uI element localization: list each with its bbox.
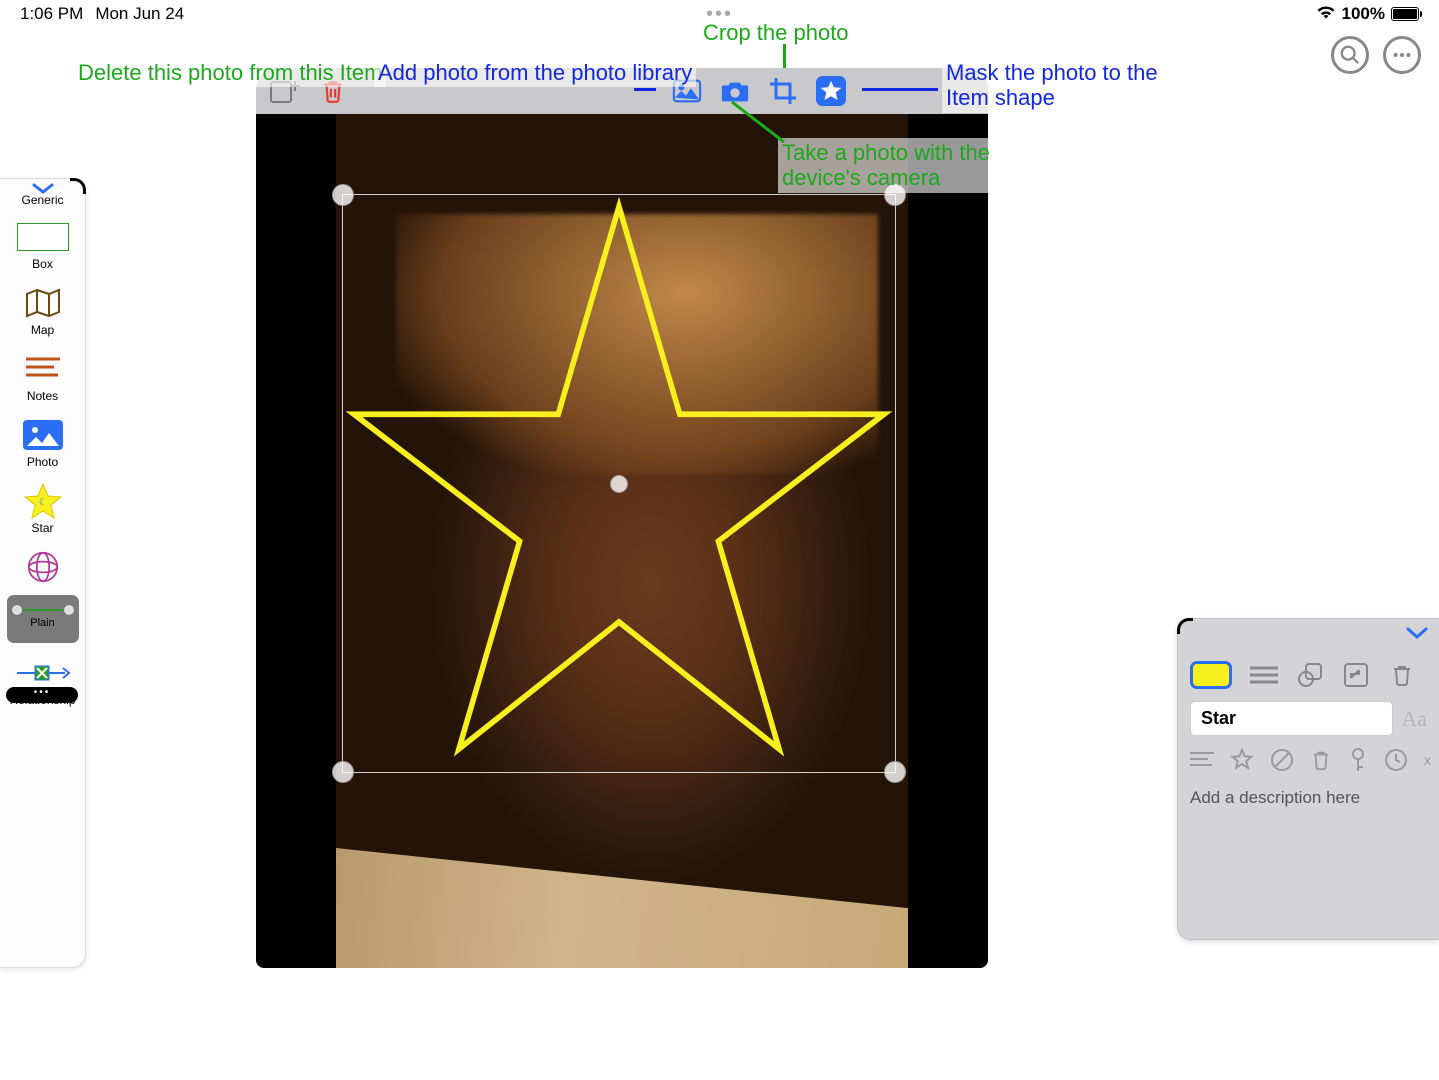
- fill-color-swatch[interactable]: [1190, 661, 1232, 689]
- palette-item-label: Notes: [27, 389, 58, 403]
- palette-item-label: Box: [32, 257, 53, 271]
- align-button[interactable]: [1190, 746, 1214, 774]
- search-button[interactable]: [1331, 36, 1369, 74]
- relationship-icon: [15, 657, 71, 689]
- crop-handle-bottom-left[interactable]: [332, 761, 354, 783]
- annotation-library: Add photo from the photo library: [374, 58, 696, 87]
- inspector-panel: Star Aa x Add a description here: [1177, 618, 1439, 940]
- photo-icon: [15, 419, 71, 451]
- mask-shape-button[interactable]: [816, 76, 846, 106]
- palette-item-box[interactable]: Box: [7, 221, 79, 271]
- history-button[interactable]: [1384, 746, 1408, 774]
- crop-handle-bottom-right[interactable]: [884, 761, 906, 783]
- palette-item-globe[interactable]: [7, 551, 79, 583]
- clear-button[interactable]: x: [1424, 752, 1431, 768]
- status-date: Mon Jun 24: [95, 4, 184, 24]
- palette-connector-plain[interactable]: Plain: [7, 595, 79, 643]
- palette-item-label: Map: [31, 323, 54, 337]
- key-button[interactable]: [1348, 746, 1368, 774]
- star-icon: ☾: [15, 485, 71, 517]
- palette-category-picker[interactable]: Generic: [21, 181, 63, 207]
- palette-item-label: Star: [31, 521, 53, 535]
- crop-handle-center[interactable]: [610, 475, 628, 493]
- more-button[interactable]: [1383, 36, 1421, 74]
- wifi-icon: [1316, 4, 1336, 24]
- annotation-crop: Crop the photo: [699, 18, 853, 47]
- inspector-collapse-button[interactable]: [1405, 625, 1429, 646]
- globe-icon: [15, 551, 71, 583]
- palette-item-label: Photo: [27, 455, 58, 469]
- palette-item-notes[interactable]: Notes: [7, 353, 79, 403]
- crop-handle-top-left[interactable]: [332, 184, 354, 206]
- annotation-mask: Mask the photo to the Item shape: [942, 58, 1208, 113]
- trash-button[interactable]: [1310, 746, 1332, 774]
- text-style-button[interactable]: Aa: [1401, 706, 1427, 732]
- annotation-camera: Take a photo with the device's camera: [778, 138, 1018, 193]
- palette-item-photo[interactable]: Photo: [7, 419, 79, 469]
- delete-item-button[interactable]: [1388, 661, 1416, 689]
- status-time: 1:06 PM: [20, 4, 83, 24]
- crop-selection[interactable]: [342, 194, 896, 773]
- palette-category-label: Generic: [21, 193, 63, 207]
- item-name-field[interactable]: Star: [1190, 701, 1393, 736]
- item-palette: Generic Box Map Notes Photo ☾ Star •••: [0, 178, 86, 968]
- disable-button[interactable]: [1270, 746, 1294, 774]
- arrange-button[interactable]: [1342, 661, 1370, 689]
- favorite-button[interactable]: [1230, 746, 1254, 774]
- map-icon: [15, 287, 71, 319]
- battery-icon: [1391, 7, 1419, 21]
- palette-pager-icon[interactable]: •••: [6, 687, 78, 703]
- battery-percent: 100%: [1342, 4, 1385, 24]
- svg-text:☾: ☾: [38, 497, 46, 507]
- description-field[interactable]: Add a description here: [1190, 788, 1427, 808]
- palette-item-label: Plain: [30, 617, 54, 629]
- annotation-delete: Delete this photo from this Item: [74, 58, 386, 87]
- palette-item-map[interactable]: Map: [7, 287, 79, 337]
- shape-button[interactable]: [1296, 661, 1324, 689]
- notes-icon: [15, 353, 71, 385]
- palette-item-star[interactable]: ☾ Star: [7, 485, 79, 535]
- line-style-button[interactable]: [1250, 661, 1278, 689]
